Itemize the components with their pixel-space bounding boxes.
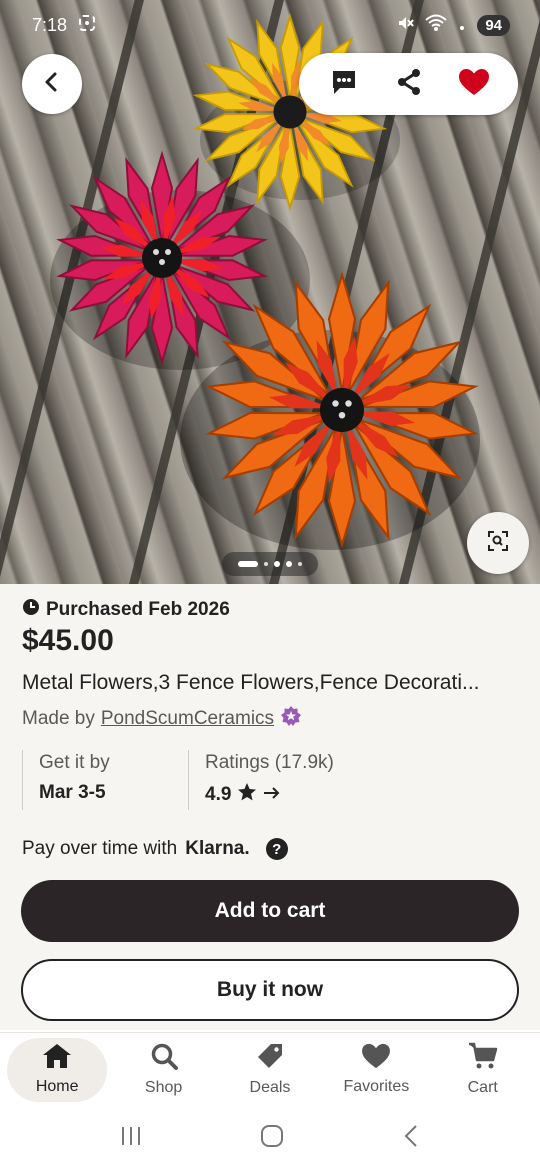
visual-search-button[interactable] bbox=[467, 512, 529, 574]
heart-filled-icon bbox=[458, 68, 490, 101]
arrow-right-icon bbox=[263, 784, 281, 806]
nav-favorites-label: Favorites bbox=[343, 1078, 410, 1095]
ratings-info[interactable]: Ratings (17.9k) 4.9 bbox=[188, 750, 388, 810]
klarna-logo: Klarna. bbox=[185, 838, 250, 859]
klarna-text: Pay over time with bbox=[22, 838, 178, 859]
battery-indicator: 94 bbox=[477, 14, 510, 36]
delivery-date: Mar 3-5 bbox=[39, 782, 106, 803]
nav-shop-label: Shop bbox=[144, 1079, 183, 1096]
wifi-icon bbox=[425, 14, 447, 37]
bottom-navigation: Home Shop Deals Favorites Cart bbox=[0, 1032, 540, 1106]
system-navigation bbox=[0, 1106, 540, 1170]
made-by-label: Made by bbox=[22, 708, 95, 729]
product-title[interactable]: Metal Flowers,3 Fence Flowers,Fence Deco… bbox=[22, 671, 522, 695]
screenshot-icon bbox=[77, 13, 97, 38]
made-by: Made by PondScumCeramics bbox=[22, 705, 302, 733]
status-time: 7:18 bbox=[32, 14, 68, 35]
clock-icon bbox=[22, 598, 40, 622]
nav-home-label: Home bbox=[35, 1078, 79, 1095]
nav-favorites[interactable]: Favorites bbox=[326, 1038, 426, 1102]
nav-home[interactable]: Home bbox=[7, 1037, 108, 1102]
delivery-label: Get it by bbox=[39, 752, 110, 773]
signal-icon bbox=[457, 14, 467, 37]
back-system-button[interactable] bbox=[401, 1124, 421, 1153]
chevron-left-icon bbox=[41, 71, 63, 98]
pagination-dot bbox=[274, 561, 280, 567]
heart-icon bbox=[360, 1043, 392, 1074]
message-button[interactable] bbox=[322, 62, 366, 106]
add-to-cart-button[interactable]: Add to cart bbox=[21, 880, 519, 942]
shop-link[interactable]: PondScumCeramics bbox=[101, 708, 274, 730]
purchased-text: Purchased Feb 2026 bbox=[46, 599, 230, 620]
search-icon bbox=[150, 1042, 178, 1075]
nav-deals-label: Deals bbox=[249, 1079, 291, 1096]
share-icon bbox=[394, 67, 424, 102]
product-price: $45.00 bbox=[22, 624, 114, 657]
pagination-dot bbox=[286, 561, 292, 567]
delivery-info: Get it by Mar 3-5 bbox=[22, 750, 187, 810]
tag-icon bbox=[256, 1042, 284, 1075]
share-button[interactable] bbox=[387, 62, 431, 106]
mute-icon bbox=[395, 13, 415, 38]
back-button[interactable] bbox=[22, 54, 82, 114]
product-details: Purchased Feb 2026 $45.00 Metal Flowers,… bbox=[0, 584, 540, 1030]
pagination-play-icon bbox=[264, 562, 268, 566]
help-icon[interactable]: ? bbox=[265, 838, 288, 860]
nav-deals[interactable]: Deals bbox=[220, 1038, 320, 1102]
nav-cart[interactable]: Cart bbox=[433, 1038, 533, 1102]
klarna-row: Pay over time with Klarna. ? bbox=[22, 838, 288, 860]
image-pagination[interactable] bbox=[222, 552, 318, 576]
ratings-value: 4.9 bbox=[205, 784, 232, 805]
ratings-label: Ratings (17.9k) bbox=[205, 752, 334, 773]
recent-apps-button[interactable] bbox=[119, 1125, 143, 1152]
pagination-dot bbox=[298, 562, 302, 566]
image-actions bbox=[299, 53, 518, 115]
star-seller-badge-icon bbox=[280, 705, 302, 733]
purchase-history: Purchased Feb 2026 bbox=[22, 598, 230, 622]
favorite-button[interactable] bbox=[452, 62, 496, 106]
buy-now-button[interactable]: Buy it now bbox=[21, 959, 519, 1021]
nav-cart-label: Cart bbox=[467, 1079, 498, 1096]
nav-shop[interactable]: Shop bbox=[114, 1038, 214, 1102]
star-icon bbox=[237, 782, 257, 808]
home-icon bbox=[42, 1043, 72, 1074]
home-system-button[interactable] bbox=[260, 1124, 284, 1153]
pagination-dot-active bbox=[238, 561, 258, 567]
image-search-icon bbox=[486, 529, 510, 558]
cart-icon bbox=[468, 1042, 498, 1075]
status-bar: 7:18 94 bbox=[0, 0, 540, 50]
message-icon bbox=[330, 68, 358, 101]
